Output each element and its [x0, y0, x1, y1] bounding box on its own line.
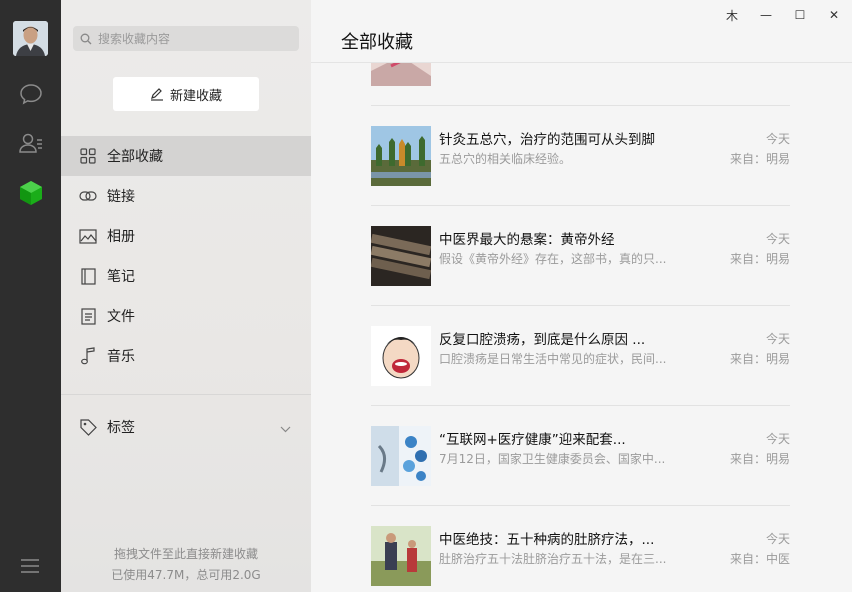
tags-label: 标签 — [107, 420, 135, 436]
list-item[interactable]: 针灸五总穴，治疗的范围可从头到脚 五总穴的相关临床经验。 今天 来自：明易 — [371, 106, 790, 206]
category-file[interactable]: 文件 — [61, 296, 311, 336]
maximize-button[interactable]: ☐ — [789, 6, 811, 24]
list-item[interactable]: 反复口腔溃疡，到底是什么原因 ... 口腔溃疡是日常生活中常见的症状，民间...… — [371, 306, 790, 406]
item-time: 今天 — [765, 432, 790, 446]
drag-hint: 拖拽文件至此直接新建收藏 — [113, 547, 258, 561]
storage-usage: 已使用47.7M，总可用2.0G — [111, 568, 261, 582]
item-time: 今天 — [765, 132, 790, 146]
item-thumbnail — [371, 63, 431, 86]
item-source: 来自：明易 — [729, 152, 790, 166]
category-label: 音乐 — [107, 349, 135, 365]
search-icon — [80, 33, 92, 44]
category-label: 笔记 — [107, 269, 135, 285]
list-item[interactable] — [371, 63, 790, 106]
main-panel: 全部收藏 ⽊ — ☐ ✕ 针灸五总穴，治疗的范围可从头到脚 五总穴的相关临床经验… — [311, 0, 852, 592]
item-time: 今天 — [765, 332, 790, 346]
avatar[interactable] — [13, 21, 48, 56]
category-all[interactable]: 全部收藏 — [61, 136, 311, 176]
favorites-list: 针灸五总穴，治疗的范围可从头到脚 五总穴的相关临床经验。 今天 来自：明易 中医… — [311, 63, 852, 592]
pin-icon[interactable]: ⽊ — [721, 6, 743, 24]
list-item[interactable]: “互联网+医疗健康”迎来配套... 7月12日，国家卫生健康委员会、国家中...… — [371, 406, 790, 506]
grid-icon — [79, 147, 97, 165]
item-thumbnail — [371, 326, 431, 386]
category-album[interactable]: 相册 — [61, 216, 311, 256]
close-button[interactable]: ✕ — [823, 6, 845, 24]
category-music[interactable]: 音乐 — [61, 336, 311, 376]
category-label: 文件 — [107, 309, 135, 325]
item-thumbnail — [371, 426, 431, 486]
item-time: 今天 — [765, 532, 790, 546]
item-thumbnail — [371, 526, 431, 586]
item-summary: 肚脐治疗五十法肚脐治疗五十法，是在三... — [439, 552, 667, 566]
item-source: 来自：中医 — [729, 552, 790, 566]
item-summary: 假设《黄帝外经》存在，这部书，真的只... — [439, 252, 667, 266]
contacts-icon[interactable] — [16, 128, 45, 157]
item-thumbnail — [371, 226, 431, 286]
item-summary: 7月12日，国家卫生健康委员会、国家中... — [439, 452, 666, 466]
list-item[interactable]: 中医界最大的悬案：黄帝外经 假设《黄帝外经》存在，这部书，真的只... 今天 来… — [371, 206, 790, 306]
item-title: 针灸五总穴，治疗的范围可从头到脚 — [439, 132, 655, 148]
search-placeholder: 搜索收藏内容 — [98, 32, 171, 46]
list-item[interactable]: 中医绝技：五十种病的肚脐疗法，... 肚脐治疗五十法肚脐治疗五十法，是在三...… — [371, 506, 790, 592]
item-title: “互联网+医疗健康”迎来配套... — [439, 432, 626, 448]
item-summary: 五总穴的相关临床经验。 — [439, 152, 572, 166]
file-icon — [79, 307, 97, 325]
tags-section[interactable]: 标签 — [61, 407, 311, 447]
category-link[interactable]: 链接 — [61, 176, 311, 216]
pencil-icon — [150, 88, 163, 101]
link-icon — [79, 187, 97, 205]
item-source: 来自：明易 — [729, 352, 790, 366]
item-thumbnail — [371, 126, 431, 186]
item-source: 来自：明易 — [729, 452, 790, 466]
item-title: 中医绝技：五十种病的肚脐疗法，... — [439, 532, 655, 548]
page-title: 全部收藏 — [341, 32, 413, 53]
sidebar: 搜索收藏内容 新建收藏 全部收藏 链接 相册 笔记 文件 音乐 标签 拖拽文件至… — [61, 0, 311, 592]
category-label: 相册 — [107, 229, 135, 245]
chat-icon[interactable] — [16, 79, 45, 108]
left-nav — [0, 0, 61, 592]
category-label: 全部收藏 — [107, 149, 163, 165]
favorites-cube-icon[interactable] — [16, 178, 45, 207]
note-icon — [79, 267, 97, 285]
tag-icon — [79, 418, 97, 436]
search-input[interactable]: 搜索收藏内容 — [73, 26, 299, 51]
new-favorite-label: 新建收藏 — [169, 88, 222, 104]
new-favorite-button[interactable]: 新建收藏 — [113, 77, 259, 111]
item-summary: 口腔溃疡是日常生活中常见的症状，民间... — [439, 352, 667, 366]
item-title: 反复口腔溃疡，到底是什么原因 ... — [439, 332, 646, 348]
category-note[interactable]: 笔记 — [61, 256, 311, 296]
chevron-down-icon[interactable] — [280, 421, 291, 437]
minimize-button[interactable]: — — [755, 6, 777, 24]
music-icon — [79, 347, 97, 365]
image-icon — [79, 227, 97, 245]
sidebar-divider — [61, 394, 311, 395]
menu-icon[interactable] — [19, 558, 41, 574]
item-time: 今天 — [765, 232, 790, 246]
item-title: 中医界最大的悬案：黄帝外经 — [439, 232, 615, 248]
item-source: 来自：明易 — [729, 252, 790, 266]
category-label: 链接 — [107, 189, 135, 205]
